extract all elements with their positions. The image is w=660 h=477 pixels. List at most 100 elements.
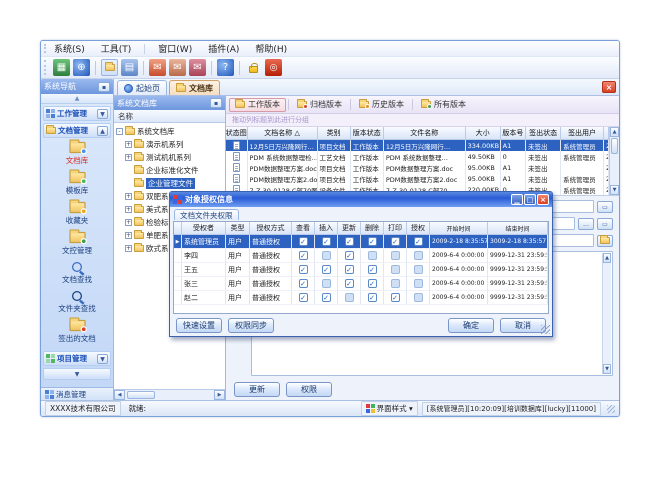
col-insert[interactable]: 插入 <box>315 222 338 235</box>
ui-style-selector[interactable]: 界面样式 ▾ <box>361 401 418 416</box>
horizontal-scrollbar[interactable]: ◀ ▶ <box>114 389 225 400</box>
delete-checkbox[interactable] <box>368 237 377 246</box>
col-file-name[interactable]: 文件名称 <box>384 127 466 140</box>
col-category[interactable]: 类别 <box>318 127 351 140</box>
cancel-button[interactable]: 取消 <box>500 318 546 333</box>
authorize-checkbox[interactable] <box>414 251 423 260</box>
note-scrollbar[interactable]: ▲ ▼ <box>602 253 611 374</box>
expand-box-icon[interactable]: + <box>125 232 132 239</box>
menu-help[interactable]: 帮助(H) <box>252 41 290 56</box>
all-version-button[interactable]: 所有版本 <box>415 98 472 112</box>
open-folder-icon[interactable] <box>101 59 118 76</box>
col-doc-name[interactable]: 文档名称 △ <box>248 127 318 140</box>
permission-row[interactable]: 赵二 用户 普通授权 2009-6-4 0:00:00 9999-12-31 2… <box>174 291 548 305</box>
scroll-down-icon[interactable]: ▼ <box>603 364 611 374</box>
view-checkbox[interactable] <box>299 251 308 260</box>
print-checkbox[interactable] <box>391 279 400 288</box>
tree-node-selected[interactable]: 企业管理文件 <box>116 177 225 190</box>
archive-version-button[interactable]: 归档版本 <box>291 98 348 112</box>
collapse-box-icon[interactable]: - <box>116 128 123 135</box>
history-version-button[interactable]: 历史版本 <box>353 98 410 112</box>
expand-box-icon[interactable]: + <box>125 219 132 226</box>
tree-column-header[interactable]: 名称 <box>114 110 225 123</box>
col-end-time[interactable]: 结束时间 <box>488 222 548 235</box>
sidebar-item-doc-control[interactable]: 文控管理 <box>62 231 92 256</box>
mail-open-icon[interactable]: ✉ <box>169 59 186 76</box>
close-icon[interactable]: × <box>537 194 549 205</box>
monitor-icon[interactable]: ▤ <box>121 59 138 76</box>
maximize-icon[interactable]: □ <box>524 194 536 205</box>
col-version-no[interactable]: 版本号 <box>501 127 526 140</box>
update-checkbox[interactable] <box>345 237 354 246</box>
scroll-up-icon[interactable]: ▲ <box>603 253 611 263</box>
field-button-icon[interactable]: ▭ <box>597 218 613 230</box>
mail-mark-icon[interactable]: ✉ <box>189 59 206 76</box>
nav-collapse-bar[interactable]: ▼ <box>43 368 111 380</box>
close-icon[interactable]: × <box>602 81 616 93</box>
view-checkbox[interactable] <box>299 237 308 246</box>
ellipsis-button-icon[interactable]: … <box>578 218 594 230</box>
sidebar-item-checked-out-docs[interactable]: 签出的文档 <box>58 319 96 344</box>
col-view[interactable]: 查看 <box>292 222 315 235</box>
insert-checkbox[interactable] <box>322 265 331 274</box>
menu-window[interactable]: 窗口(W) <box>155 41 195 56</box>
col-auth-mode[interactable]: 授权方式 <box>250 222 292 235</box>
tree-root[interactable]: - 系统文档库 <box>116 125 225 138</box>
permission-row[interactable]: 张三 用户 普通授权 2009-6-4 0:00:00 9999-12-31 2… <box>174 277 548 291</box>
tree-node[interactable]: + 演示机系列 <box>116 138 225 151</box>
sidebar-item-doc-library[interactable]: 文档库 <box>66 141 89 166</box>
table-row[interactable]: PDM数据整理方案.doc项目文档 工作版本PDM数据整理方案.doc 95.0… <box>226 162 609 173</box>
menu-tools[interactable]: 工具(T) <box>98 41 135 56</box>
ok-button[interactable]: 确定 <box>448 318 494 333</box>
table-row[interactable]: 12月5日万兴隆网行…项目文档 工作版本12月5日万兴隆网行… 334.00KB… <box>226 140 609 151</box>
tree-node[interactable]: 企业标准化文件 <box>116 164 225 177</box>
col-grantee[interactable]: 受权者 <box>182 222 226 235</box>
work-version-button[interactable]: 工作版本 <box>229 98 286 112</box>
update-checkbox[interactable] <box>345 265 354 274</box>
col-delete[interactable]: 删除 <box>361 222 384 235</box>
col-print[interactable]: 打印 <box>384 222 407 235</box>
insert-checkbox[interactable] <box>322 279 331 288</box>
mail-new-icon[interactable]: ✉ <box>149 59 166 76</box>
print-checkbox[interactable] <box>391 251 400 260</box>
minimize-icon[interactable]: ▁ <box>511 194 523 205</box>
update-button[interactable]: 更新 <box>234 382 280 397</box>
menu-plugin[interactable]: 插件(A) <box>205 41 242 56</box>
authorize-checkbox[interactable] <box>414 265 423 274</box>
col-type[interactable]: 类型 <box>226 222 250 235</box>
permission-row[interactable]: 李四 用户 普通授权 2009-6-4 0:00:00 9999-12-31 2… <box>174 249 548 263</box>
delete-checkbox[interactable] <box>368 279 377 288</box>
scroll-thumb[interactable] <box>127 391 155 399</box>
section-project-management[interactable]: 项目管理 ▼ <box>43 351 111 366</box>
scroll-thumb[interactable] <box>611 138 618 154</box>
col-size[interactable]: 大小 <box>466 127 501 140</box>
expand-box-icon[interactable]: + <box>125 245 132 252</box>
print-checkbox[interactable] <box>391 293 400 302</box>
insert-checkbox[interactable] <box>322 251 331 260</box>
scroll-down-icon[interactable]: ▼ <box>610 185 619 195</box>
view-checkbox[interactable] <box>299 293 308 302</box>
col-status[interactable]: 状态图 <box>226 127 248 140</box>
vertical-scrollbar[interactable]: ▲ ▼ <box>609 127 619 195</box>
dialog-title-bar[interactable]: 对象授权信息 ▁ □ × <box>170 192 552 207</box>
sidebar-item-folder-search[interactable]: 文件夹查找 <box>58 290 96 314</box>
expand-box-icon[interactable]: + <box>125 141 132 148</box>
tree-pin-icon[interactable]: ▪ <box>210 98 222 108</box>
dialog-resize-grip[interactable] <box>541 325 550 334</box>
globe-icon[interactable]: ⊕ <box>73 59 90 76</box>
permission-row[interactable]: 王五 用户 普通授权 2009-6-4 0:00:00 9999-12-31 2… <box>174 263 548 277</box>
section-work-management[interactable]: 工作管理 ▼ <box>43 106 111 121</box>
update-checkbox[interactable] <box>345 279 354 288</box>
resize-grip[interactable] <box>607 405 615 413</box>
view-checkbox[interactable] <box>299 279 308 288</box>
update-checkbox[interactable] <box>345 293 354 302</box>
print-checkbox[interactable] <box>391 265 400 274</box>
table-row[interactable]: PDM数据整理方案2.doc项目文档 工作版本PDM数据整理方案2.doc 95… <box>226 173 609 184</box>
col-update[interactable]: 更新 <box>338 222 361 235</box>
chevron-up-icon[interactable]: ▲ <box>97 126 108 136</box>
expand-box-icon[interactable]: + <box>125 206 132 213</box>
insert-checkbox[interactable] <box>322 237 331 246</box>
col-checkout-user[interactable]: 签出用户 <box>561 127 604 140</box>
exit-icon[interactable]: ◎ <box>265 59 282 76</box>
update-checkbox[interactable] <box>345 251 354 260</box>
